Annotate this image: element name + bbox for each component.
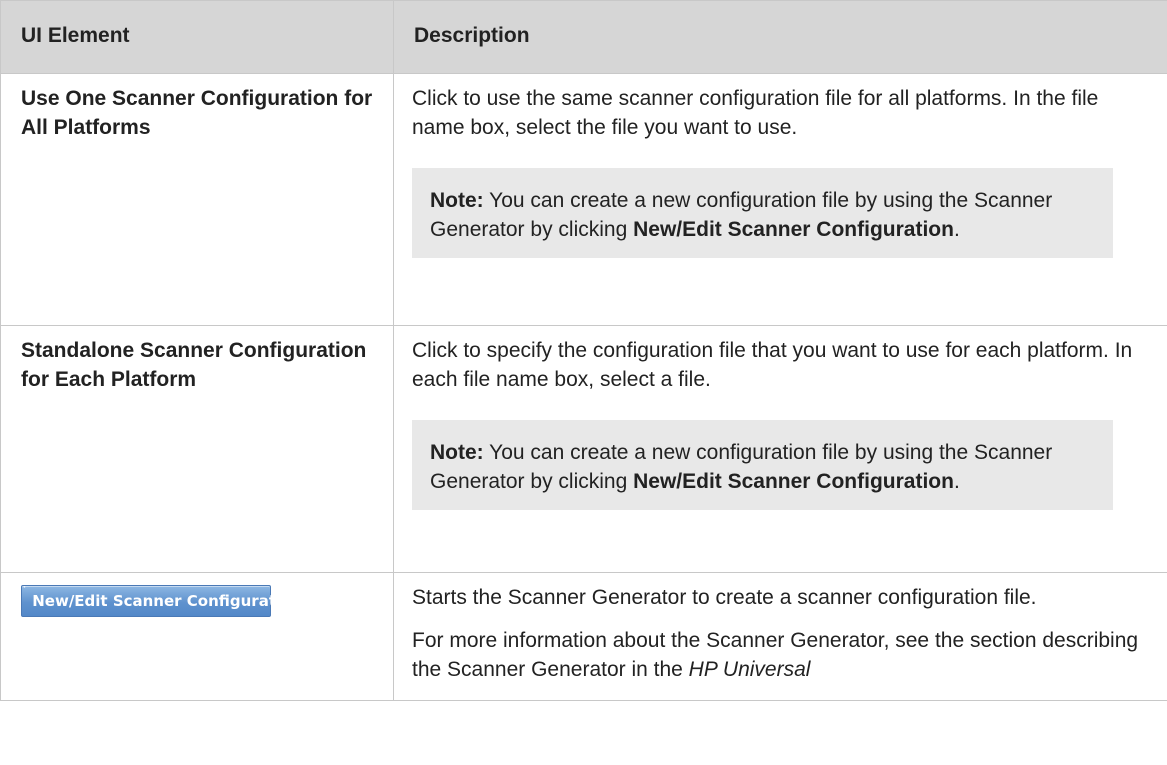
note-tail: .	[953, 218, 960, 241]
note-bold-link-text: New/Edit Scanner Configuration	[633, 218, 954, 241]
note-box: Note: You can create a new configuration…	[412, 420, 1113, 510]
table-row: ˙ New/Edit Scanner Configuration... Star…	[0, 572, 1167, 701]
column-header-ui-element: UI Element	[0, 0, 394, 74]
table-row: Use One Scanner Configuration for All Pl…	[0, 73, 1167, 326]
note-tail: .	[953, 470, 960, 493]
note-label: Note:	[430, 189, 484, 212]
description-cell: Starts the Scanner Generator to create a…	[393, 572, 1167, 701]
description-text: Click to specify the configuration file …	[412, 339, 1133, 391]
ui-element-name: Standalone Scanner Configuration for Eac…	[0, 325, 394, 573]
guide-title: HP Universal	[688, 658, 811, 681]
new-edit-scanner-configuration-button[interactable]: ˙ New/Edit Scanner Configuration...	[21, 585, 319, 617]
ui-element-table: UI Element Description Use One Scanner C…	[0, 0, 1167, 701]
more-info-text: For more information about the Scanner G…	[412, 626, 1147, 684]
ui-element-name: Use One Scanner Configuration for All Pl…	[0, 73, 394, 326]
note-bold-link-text: New/Edit Scanner Configuration	[633, 470, 954, 493]
description-cell: Click to specify the configuration file …	[393, 325, 1167, 573]
note-box: Note: You can create a new configuration…	[412, 168, 1113, 258]
description-text: Starts the Scanner Generator to create a…	[412, 586, 1037, 609]
button-dot-icon: ˙	[22, 586, 27, 597]
table-header-row: UI Element Description	[0, 0, 1167, 74]
note-label: Note:	[430, 441, 484, 464]
description-cell: Click to use the same scanner configurat…	[393, 73, 1167, 326]
ui-element-cell: ˙ New/Edit Scanner Configuration...	[0, 572, 394, 701]
table-row: Standalone Scanner Configuration for Eac…	[0, 325, 1167, 573]
button-label: New/Edit Scanner Configuration...	[32, 592, 320, 610]
column-header-description: Description	[393, 0, 1167, 74]
description-text: Click to use the same scanner configurat…	[412, 87, 1099, 139]
